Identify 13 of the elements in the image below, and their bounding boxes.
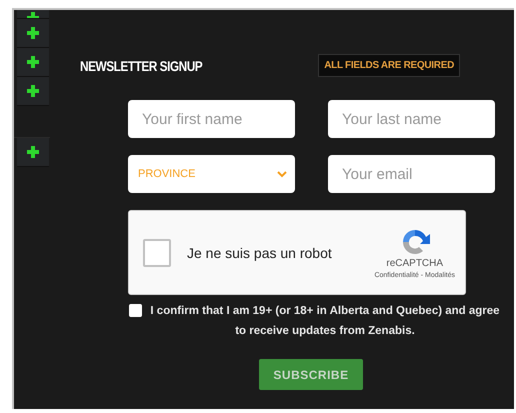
- subscribe-button[interactable]: SUBSCRIBE: [259, 359, 363, 390]
- text-field[interactable]: Your first name: [128, 100, 295, 138]
- province-select[interactable]: PROVINCE: [128, 155, 295, 193]
- text-field[interactable]: Your email: [328, 155, 495, 193]
- captcha-label: Je ne suis pas un robot: [187, 244, 333, 260]
- chevron-down-icon: [277, 170, 287, 178]
- captcha-checkbox[interactable]: [143, 238, 171, 266]
- recaptcha-brand: reCAPTCHA: [386, 258, 444, 269]
- text-field[interactable]: Your last name: [328, 100, 495, 138]
- consent-checkbox[interactable]: [129, 304, 142, 317]
- newsletter-title: NEWSLETTER SIGNUP: [80, 58, 202, 74]
- required-note: ALL FIELDS ARE REQUIRED: [318, 54, 460, 77]
- consent-text: I confirm that I am 19+ (or 18+ in Alberta and Quebec) and agree to receive updates from Zenabis.: [150, 304, 500, 339]
